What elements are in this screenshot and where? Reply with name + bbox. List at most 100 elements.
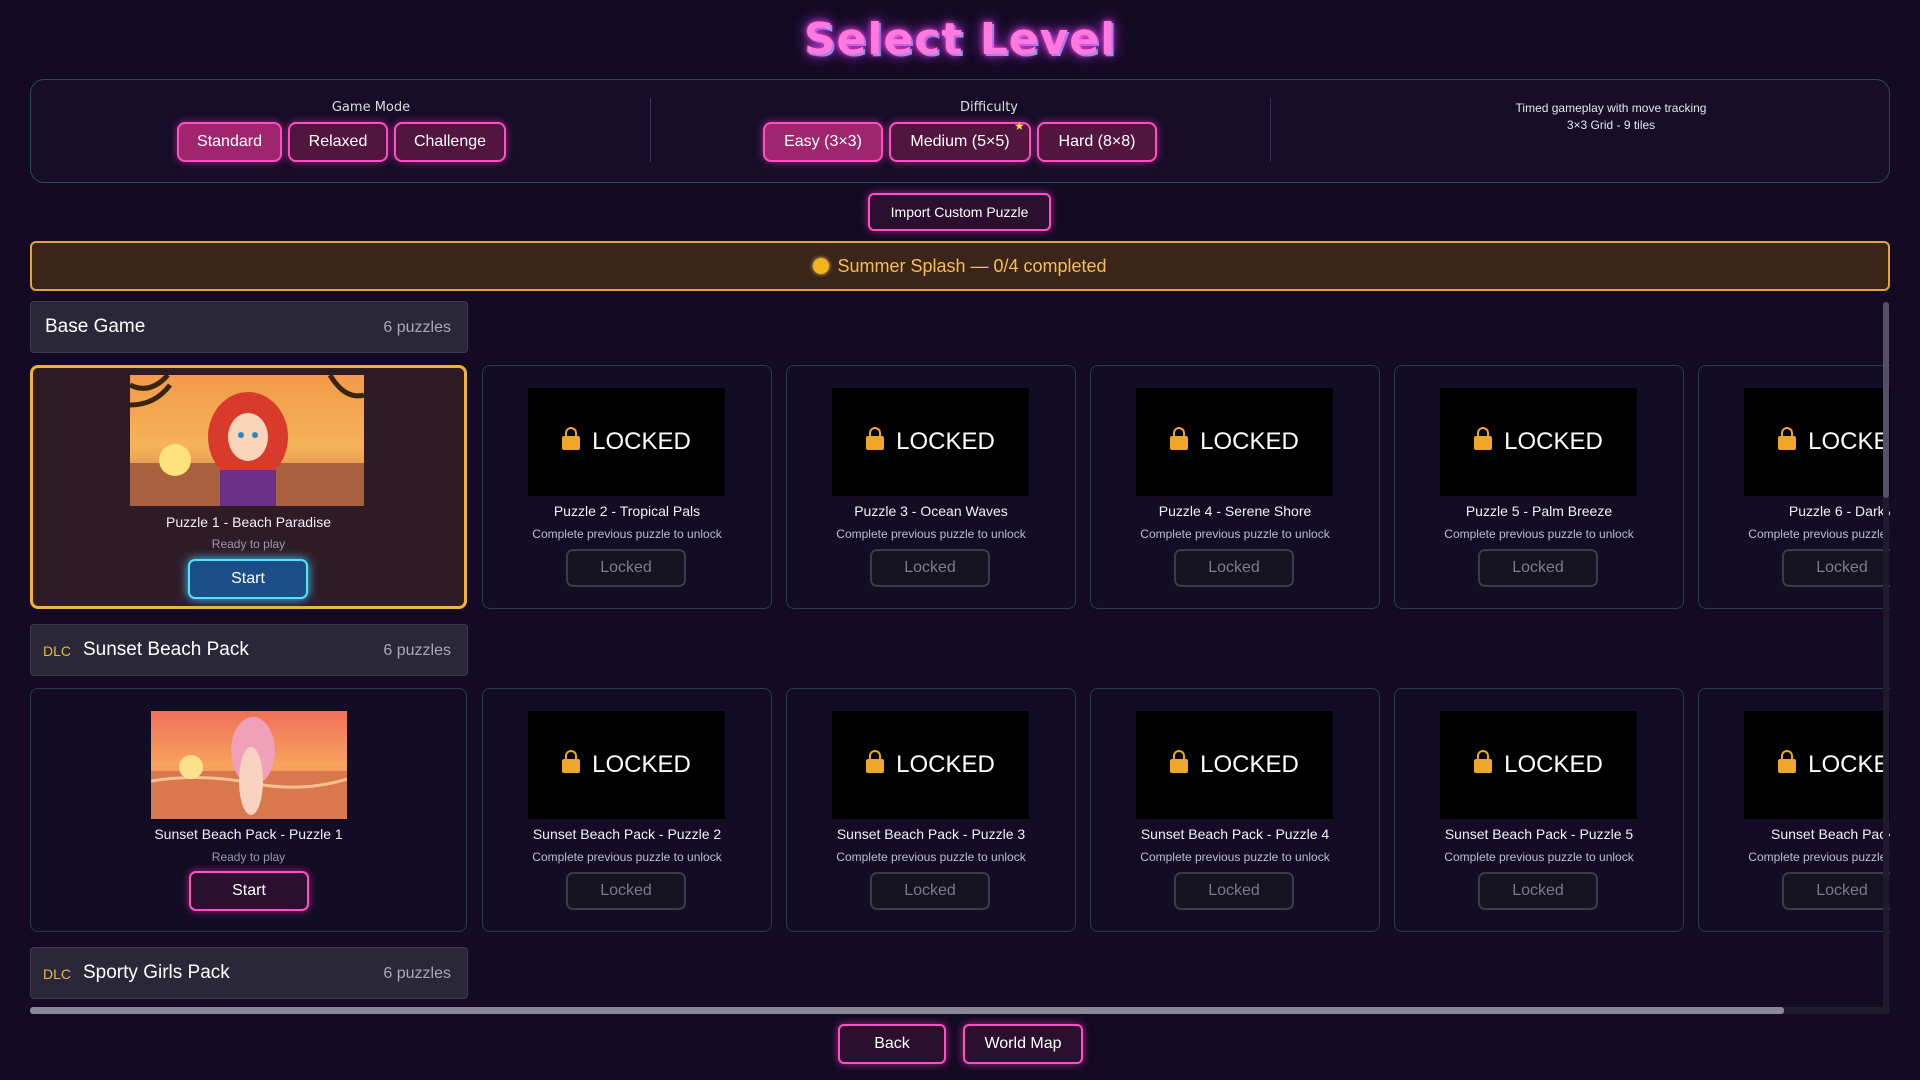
grid-description: 3×3 Grid - 9 tiles (1566, 118, 1656, 132)
locked-button: Locked (1478, 872, 1598, 910)
back-button[interactable]: Back (838, 1024, 946, 1064)
mode-challenge-button[interactable]: Challenge (394, 122, 506, 162)
mode-relaxed-button[interactable]: Relaxed (288, 122, 388, 162)
lock-icon (1778, 750, 1797, 773)
puzzle-status: Ready to play (211, 537, 286, 551)
puzzle-card-3[interactable]: LOCKED Puzzle 3 - Ocean Waves Complete p… (786, 365, 1076, 609)
puzzle-card-6[interactable]: LOCKED Sunset Beach Pack - P Complete pr… (1698, 688, 1890, 932)
puzzle-thumbnail (130, 375, 364, 506)
start-button[interactable]: Start (189, 871, 309, 911)
locked-label: LOCKED (1200, 751, 1299, 778)
locked-label: LOCKED (896, 428, 995, 455)
locked-overlay: LOCKED (1744, 388, 1890, 496)
locked-overlay: LOCKED (832, 711, 1029, 819)
section-header-sunset-beach-pack[interactable]: DLC Sunset Beach Pack 6 puzzles (30, 624, 468, 676)
puzzle-status: Complete previous puzzle to unlock (1748, 527, 1890, 541)
puzzle-status: Complete previous puzzle to unlock (532, 850, 722, 864)
puzzle-card-3[interactable]: LOCKED Sunset Beach Pack - Puzzle 3 Comp… (786, 688, 1076, 932)
puzzle-card-2[interactable]: LOCKED Puzzle 2 - Tropical Pals Complete… (482, 365, 772, 609)
lock-icon (866, 427, 885, 450)
puzzle-status: Complete previous puzzle to unlock (1140, 527, 1330, 541)
locked-overlay: LOCKED (528, 388, 725, 496)
locked-label: LOCKED (592, 428, 691, 455)
mode-description: Timed gameplay with move tracking (1515, 101, 1707, 115)
puzzle-card-5[interactable]: LOCKED Sunset Beach Pack - Puzzle 5 Comp… (1394, 688, 1684, 932)
locked-label: LOCKED (1504, 428, 1603, 455)
puzzle-card-1[interactable]: Puzzle 1 - Beach Paradise Ready to play … (30, 365, 467, 609)
puzzle-name: Sunset Beach Pack - Puzzle 5 (1444, 826, 1634, 842)
locked-overlay: LOCKED (528, 711, 725, 819)
divider (1270, 98, 1271, 162)
difficulty-medium-button[interactable]: Medium (5×5) (889, 122, 1031, 162)
puzzle-name: Puzzle 6 - Dark A (1788, 503, 1890, 519)
page-title: Select Level (803, 14, 1117, 65)
puzzle-card-5[interactable]: LOCKED Puzzle 5 - Palm Breeze Complete p… (1394, 365, 1684, 609)
vertical-scrollbar-thumb[interactable] (1883, 302, 1889, 498)
puzzle-name: Puzzle 1 - Beach Paradise (166, 514, 331, 530)
lock-icon (1778, 427, 1797, 450)
locked-label: LOCKED (1504, 751, 1603, 778)
puzzle-name: Sunset Beach Pack - Puzzle 4 (1140, 826, 1330, 842)
difficulty-hard-button[interactable]: Hard (8×8) (1037, 122, 1157, 162)
locked-label: LOCKED (1808, 751, 1890, 778)
puzzle-thumbnail (151, 711, 347, 819)
locked-overlay: LOCKED (1136, 711, 1333, 819)
world-map-button[interactable]: World Map (963, 1024, 1083, 1064)
start-button[interactable]: Start (188, 559, 308, 599)
puzzle-status: Complete previous puzzle to unlock (836, 527, 1026, 541)
lock-icon (1474, 750, 1493, 773)
dlc-tag: DLC (43, 643, 72, 659)
horizontal-scrollbar-thumb[interactable] (30, 1007, 1784, 1014)
locked-button: Locked (870, 549, 990, 587)
puzzle-name: Puzzle 4 - Serene Shore (1158, 503, 1312, 519)
puzzle-card-2[interactable]: LOCKED Sunset Beach Pack - Puzzle 2 Comp… (482, 688, 772, 932)
puzzle-name: Puzzle 2 - Tropical Pals (553, 503, 701, 519)
event-banner: Summer Splash — 0/4 completed (30, 241, 1890, 291)
puzzle-status: Complete previous puzzle to unlock (836, 850, 1026, 864)
lock-icon (562, 750, 581, 773)
puzzle-name: Sunset Beach Pack - Puzzle 3 (836, 826, 1026, 842)
puzzle-name: Sunset Beach Pack - Puzzle 2 (532, 826, 722, 842)
puzzle-card-4[interactable]: LOCKED Puzzle 4 - Serene Shore Complete … (1090, 365, 1380, 609)
puzzle-count: 6 puzzles (383, 319, 451, 336)
locked-button: Locked (566, 549, 686, 587)
lock-icon (1474, 427, 1493, 450)
locked-overlay: LOCKED (1440, 711, 1637, 819)
puzzle-name: Sunset Beach Pack - P (1771, 826, 1890, 842)
divider (650, 98, 651, 162)
locked-button: Locked (870, 872, 990, 910)
puzzle-count: 6 puzzles (383, 965, 451, 982)
puzzle-status: Complete previous puzzle to unlock (532, 527, 722, 541)
puzzle-status: Complete previous puzzle to unlock (1748, 850, 1890, 864)
puzzle-card-4[interactable]: LOCKED Sunset Beach Pack - Puzzle 4 Comp… (1090, 688, 1380, 932)
puzzle-name: Puzzle 5 - Palm Breeze (1465, 503, 1613, 519)
section-title: Base Game (45, 316, 146, 337)
lock-icon (1170, 750, 1189, 773)
puzzle-name: Puzzle 3 - Ocean Waves (854, 503, 1008, 519)
section-header-sporty-girls-pack[interactable]: DLC Sporty Girls Pack 6 puzzles (30, 947, 468, 999)
locked-button: Locked (1782, 872, 1890, 910)
puzzle-name: Sunset Beach Pack - Puzzle 1 (154, 826, 343, 842)
puzzle-row-base-game: Puzzle 1 - Beach Paradise Ready to play … (30, 365, 1890, 615)
puzzle-count: 6 puzzles (383, 642, 451, 659)
import-custom-puzzle-button[interactable]: Import Custom Puzzle (868, 193, 1051, 231)
section-header-base-game[interactable]: Base Game 6 puzzles (30, 301, 468, 353)
mode-panel: Game Mode Standard Relaxed Challenge Dif… (30, 79, 1890, 183)
locked-label: LOCKED (1200, 428, 1299, 455)
locked-overlay: LOCKED (832, 388, 1029, 496)
difficulty-label: Difficulty (960, 100, 1018, 115)
puzzle-card-1[interactable]: Sunset Beach Pack - Puzzle 1 Ready to pl… (30, 688, 467, 932)
lock-icon (562, 427, 581, 450)
sun-icon (813, 258, 830, 274)
locked-overlay: LOCKED (1744, 711, 1890, 819)
locked-button: Locked (1782, 549, 1890, 587)
puzzle-card-6[interactable]: LOCKED Puzzle 6 - Dark A Complete previo… (1698, 365, 1890, 609)
dlc-tag: DLC (43, 966, 72, 982)
mode-standard-button[interactable]: Standard (177, 122, 282, 162)
puzzle-row-sunset-beach-pack: Sunset Beach Pack - Puzzle 1 Ready to pl… (30, 688, 1890, 938)
locked-label: LOCKED (896, 751, 995, 778)
puzzle-status: Complete previous puzzle to unlock (1140, 850, 1330, 864)
difficulty-easy-button[interactable]: Easy (3×3) (763, 122, 883, 162)
locked-button: Locked (1174, 549, 1294, 587)
puzzle-status: Complete previous puzzle to unlock (1444, 850, 1634, 864)
